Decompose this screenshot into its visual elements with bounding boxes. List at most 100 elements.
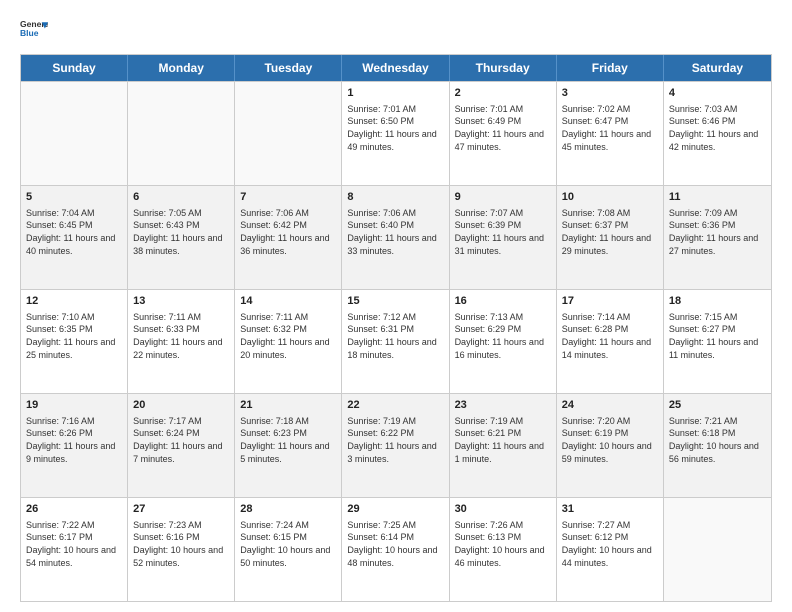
calendar-day-9: 9Sunrise: 7:07 AM Sunset: 6:39 PM Daylig… xyxy=(450,186,557,289)
calendar-empty-cell xyxy=(235,82,342,185)
header: General Blue xyxy=(20,16,772,44)
calendar-day-7: 7Sunrise: 7:06 AM Sunset: 6:42 PM Daylig… xyxy=(235,186,342,289)
calendar-day-24: 24Sunrise: 7:20 AM Sunset: 6:19 PM Dayli… xyxy=(557,394,664,497)
header-day-sunday: Sunday xyxy=(21,55,128,81)
day-number: 11 xyxy=(669,190,766,205)
calendar-day-4: 4 Sunrise: 7:03 AM Sunset: 6:46 PM Daylig… xyxy=(664,82,771,185)
calendar-day-16: 16 Sunrise: 7:13 AM Sunset: 6:29 PM Dayli… xyxy=(450,290,557,393)
day-number: 18 xyxy=(669,294,766,309)
calendar-day-26: 26 Sunrise: 7:22 AM Sunset: 6:17 PM Dayli… xyxy=(21,498,128,601)
day-info: Sunrise: 7:16 AM Sunset: 6:26 PM Dayligh… xyxy=(26,415,122,465)
day-info: Sunrise: 7:23 AM Sunset: 6:16 PM Dayligh… xyxy=(133,519,229,569)
calendar-day-28: 28Sunrise: 7:24 AM Sunset: 6:15 PM Dayli… xyxy=(235,498,342,601)
day-info: Sunrise: 7:06 AM Sunset: 6:40 PM Dayligh… xyxy=(347,207,443,257)
day-number: 2 xyxy=(455,86,551,101)
day-number: 5 xyxy=(26,190,122,205)
day-number: 19 xyxy=(26,398,122,413)
day-info: Sunrise: 7:18 AM Sunset: 6:23 PM Dayligh… xyxy=(240,415,336,465)
day-info: Sunrise: 7:13 AM Sunset: 6:29 PM Dayligh… xyxy=(455,311,551,361)
day-info: Sunrise: 7:15 AM Sunset: 6:27 PM Dayligh… xyxy=(669,311,766,361)
day-info: Sunrise: 7:26 AM Sunset: 6:13 PM Dayligh… xyxy=(455,519,551,569)
day-number: 10 xyxy=(562,190,658,205)
day-info: Sunrise: 7:19 AM Sunset: 6:22 PM Dayligh… xyxy=(347,415,443,465)
calendar-header: SundayMondayTuesdayWednesdayThursdayFrid… xyxy=(21,55,771,81)
day-info: Sunrise: 7:04 AM Sunset: 6:45 PM Dayligh… xyxy=(26,207,122,257)
header-day-monday: Monday xyxy=(128,55,235,81)
calendar-day-11: 11 Sunrise: 7:09 AM Sunset: 6:36 PM Dayli… xyxy=(664,186,771,289)
calendar-day-18: 18 Sunrise: 7:15 AM Sunset: 6:27 PM Dayli… xyxy=(664,290,771,393)
calendar-day-17: 17Sunrise: 7:14 AM Sunset: 6:28 PM Dayli… xyxy=(557,290,664,393)
calendar-day-22: 22 Sunrise: 7:19 AM Sunset: 6:22 PM Dayli… xyxy=(342,394,449,497)
calendar-day-21: 21 Sunrise: 7:18 AM Sunset: 6:23 PM Dayli… xyxy=(235,394,342,497)
day-info: Sunrise: 7:11 AM Sunset: 6:33 PM Dayligh… xyxy=(133,311,229,361)
header-day-thursday: Thursday xyxy=(450,55,557,81)
header-day-tuesday: Tuesday xyxy=(235,55,342,81)
day-number: 13 xyxy=(133,294,229,309)
day-info: Sunrise: 7:05 AM Sunset: 6:43 PM Dayligh… xyxy=(133,207,229,257)
calendar-day-20: 20 Sunrise: 7:17 AM Sunset: 6:24 PM Dayli… xyxy=(128,394,235,497)
day-number: 28 xyxy=(240,502,336,517)
calendar-day-19: 19 Sunrise: 7:16 AM Sunset: 6:26 PM Dayli… xyxy=(21,394,128,497)
calendar-day-3: 3 Sunrise: 7:02 AM Sunset: 6:47 PM Daylig… xyxy=(557,82,664,185)
day-info: Sunrise: 7:06 AM Sunset: 6:42 PM Dayligh… xyxy=(240,207,336,257)
calendar: SundayMondayTuesdayWednesdayThursdayFrid… xyxy=(20,54,772,602)
day-number: 25 xyxy=(669,398,766,413)
calendar-day-23: 23 Sunrise: 7:19 AM Sunset: 6:21 PM Dayli… xyxy=(450,394,557,497)
day-info: Sunrise: 7:25 AM Sunset: 6:14 PM Dayligh… xyxy=(347,519,443,569)
day-info: Sunrise: 7:01 AM Sunset: 6:50 PM Dayligh… xyxy=(347,103,443,153)
day-info: Sunrise: 7:03 AM Sunset: 6:46 PM Dayligh… xyxy=(669,103,766,153)
calendar-day-6: 6 Sunrise: 7:05 AM Sunset: 6:43 PM Daylig… xyxy=(128,186,235,289)
day-number: 4 xyxy=(669,86,766,101)
day-number: 26 xyxy=(26,502,122,517)
day-info: Sunrise: 7:12 AM Sunset: 6:31 PM Dayligh… xyxy=(347,311,443,361)
day-number: 8 xyxy=(347,190,443,205)
calendar-week-5: 26 Sunrise: 7:22 AM Sunset: 6:17 PM Dayli… xyxy=(21,497,771,601)
day-number: 20 xyxy=(133,398,229,413)
day-info: Sunrise: 7:11 AM Sunset: 6:32 PM Dayligh… xyxy=(240,311,336,361)
calendar-day-30: 30 Sunrise: 7:26 AM Sunset: 6:13 PM Dayli… xyxy=(450,498,557,601)
calendar-day-5: 5 Sunrise: 7:04 AM Sunset: 6:45 PM Daylig… xyxy=(21,186,128,289)
calendar-day-13: 13 Sunrise: 7:11 AM Sunset: 6:33 PM Dayli… xyxy=(128,290,235,393)
day-info: Sunrise: 7:21 AM Sunset: 6:18 PM Dayligh… xyxy=(669,415,766,465)
day-info: Sunrise: 7:14 AM Sunset: 6:28 PM Dayligh… xyxy=(562,311,658,361)
calendar-day-1: 1 Sunrise: 7:01 AM Sunset: 6:50 PM Daylig… xyxy=(342,82,449,185)
day-info: Sunrise: 7:02 AM Sunset: 6:47 PM Dayligh… xyxy=(562,103,658,153)
calendar-empty-cell xyxy=(664,498,771,601)
calendar-day-8: 8 Sunrise: 7:06 AM Sunset: 6:40 PM Daylig… xyxy=(342,186,449,289)
svg-text:Blue: Blue xyxy=(20,28,39,38)
calendar-empty-cell xyxy=(21,82,128,185)
day-number: 3 xyxy=(562,86,658,101)
day-number: 12 xyxy=(26,294,122,309)
day-number: 1 xyxy=(347,86,443,101)
day-info: Sunrise: 7:01 AM Sunset: 6:49 PM Dayligh… xyxy=(455,103,551,153)
day-number: 22 xyxy=(347,398,443,413)
day-info: Sunrise: 7:09 AM Sunset: 6:36 PM Dayligh… xyxy=(669,207,766,257)
calendar-day-29: 29 Sunrise: 7:25 AM Sunset: 6:14 PM Dayli… xyxy=(342,498,449,601)
calendar-day-15: 15 Sunrise: 7:12 AM Sunset: 6:31 PM Dayli… xyxy=(342,290,449,393)
day-number: 29 xyxy=(347,502,443,517)
header-day-friday: Friday xyxy=(557,55,664,81)
day-number: 15 xyxy=(347,294,443,309)
calendar-day-12: 12Sunrise: 7:10 AM Sunset: 6:35 PM Dayli… xyxy=(21,290,128,393)
day-number: 30 xyxy=(455,502,551,517)
day-number: 31 xyxy=(562,502,658,517)
header-day-wednesday: Wednesday xyxy=(342,55,449,81)
day-info: Sunrise: 7:19 AM Sunset: 6:21 PM Dayligh… xyxy=(455,415,551,465)
calendar-week-3: 12Sunrise: 7:10 AM Sunset: 6:35 PM Dayli… xyxy=(21,289,771,393)
calendar-empty-cell xyxy=(128,82,235,185)
logo-icon: General Blue xyxy=(20,16,48,44)
page: General Blue SundayMondayTuesdayWednesda… xyxy=(0,0,792,612)
day-number: 23 xyxy=(455,398,551,413)
day-number: 16 xyxy=(455,294,551,309)
day-info: Sunrise: 7:08 AM Sunset: 6:37 PM Dayligh… xyxy=(562,207,658,257)
day-number: 6 xyxy=(133,190,229,205)
calendar-day-10: 10 Sunrise: 7:08 AM Sunset: 6:37 PM Dayli… xyxy=(557,186,664,289)
calendar-day-2: 2 Sunrise: 7:01 AM Sunset: 6:49 PM Daylig… xyxy=(450,82,557,185)
calendar-day-14: 14Sunrise: 7:11 AM Sunset: 6:32 PM Dayli… xyxy=(235,290,342,393)
day-info: Sunrise: 7:17 AM Sunset: 6:24 PM Dayligh… xyxy=(133,415,229,465)
header-day-saturday: Saturday xyxy=(664,55,771,81)
calendar-day-27: 27Sunrise: 7:23 AM Sunset: 6:16 PM Dayli… xyxy=(128,498,235,601)
day-info: Sunrise: 7:22 AM Sunset: 6:17 PM Dayligh… xyxy=(26,519,122,569)
day-number: 21 xyxy=(240,398,336,413)
day-number: 24 xyxy=(562,398,658,413)
